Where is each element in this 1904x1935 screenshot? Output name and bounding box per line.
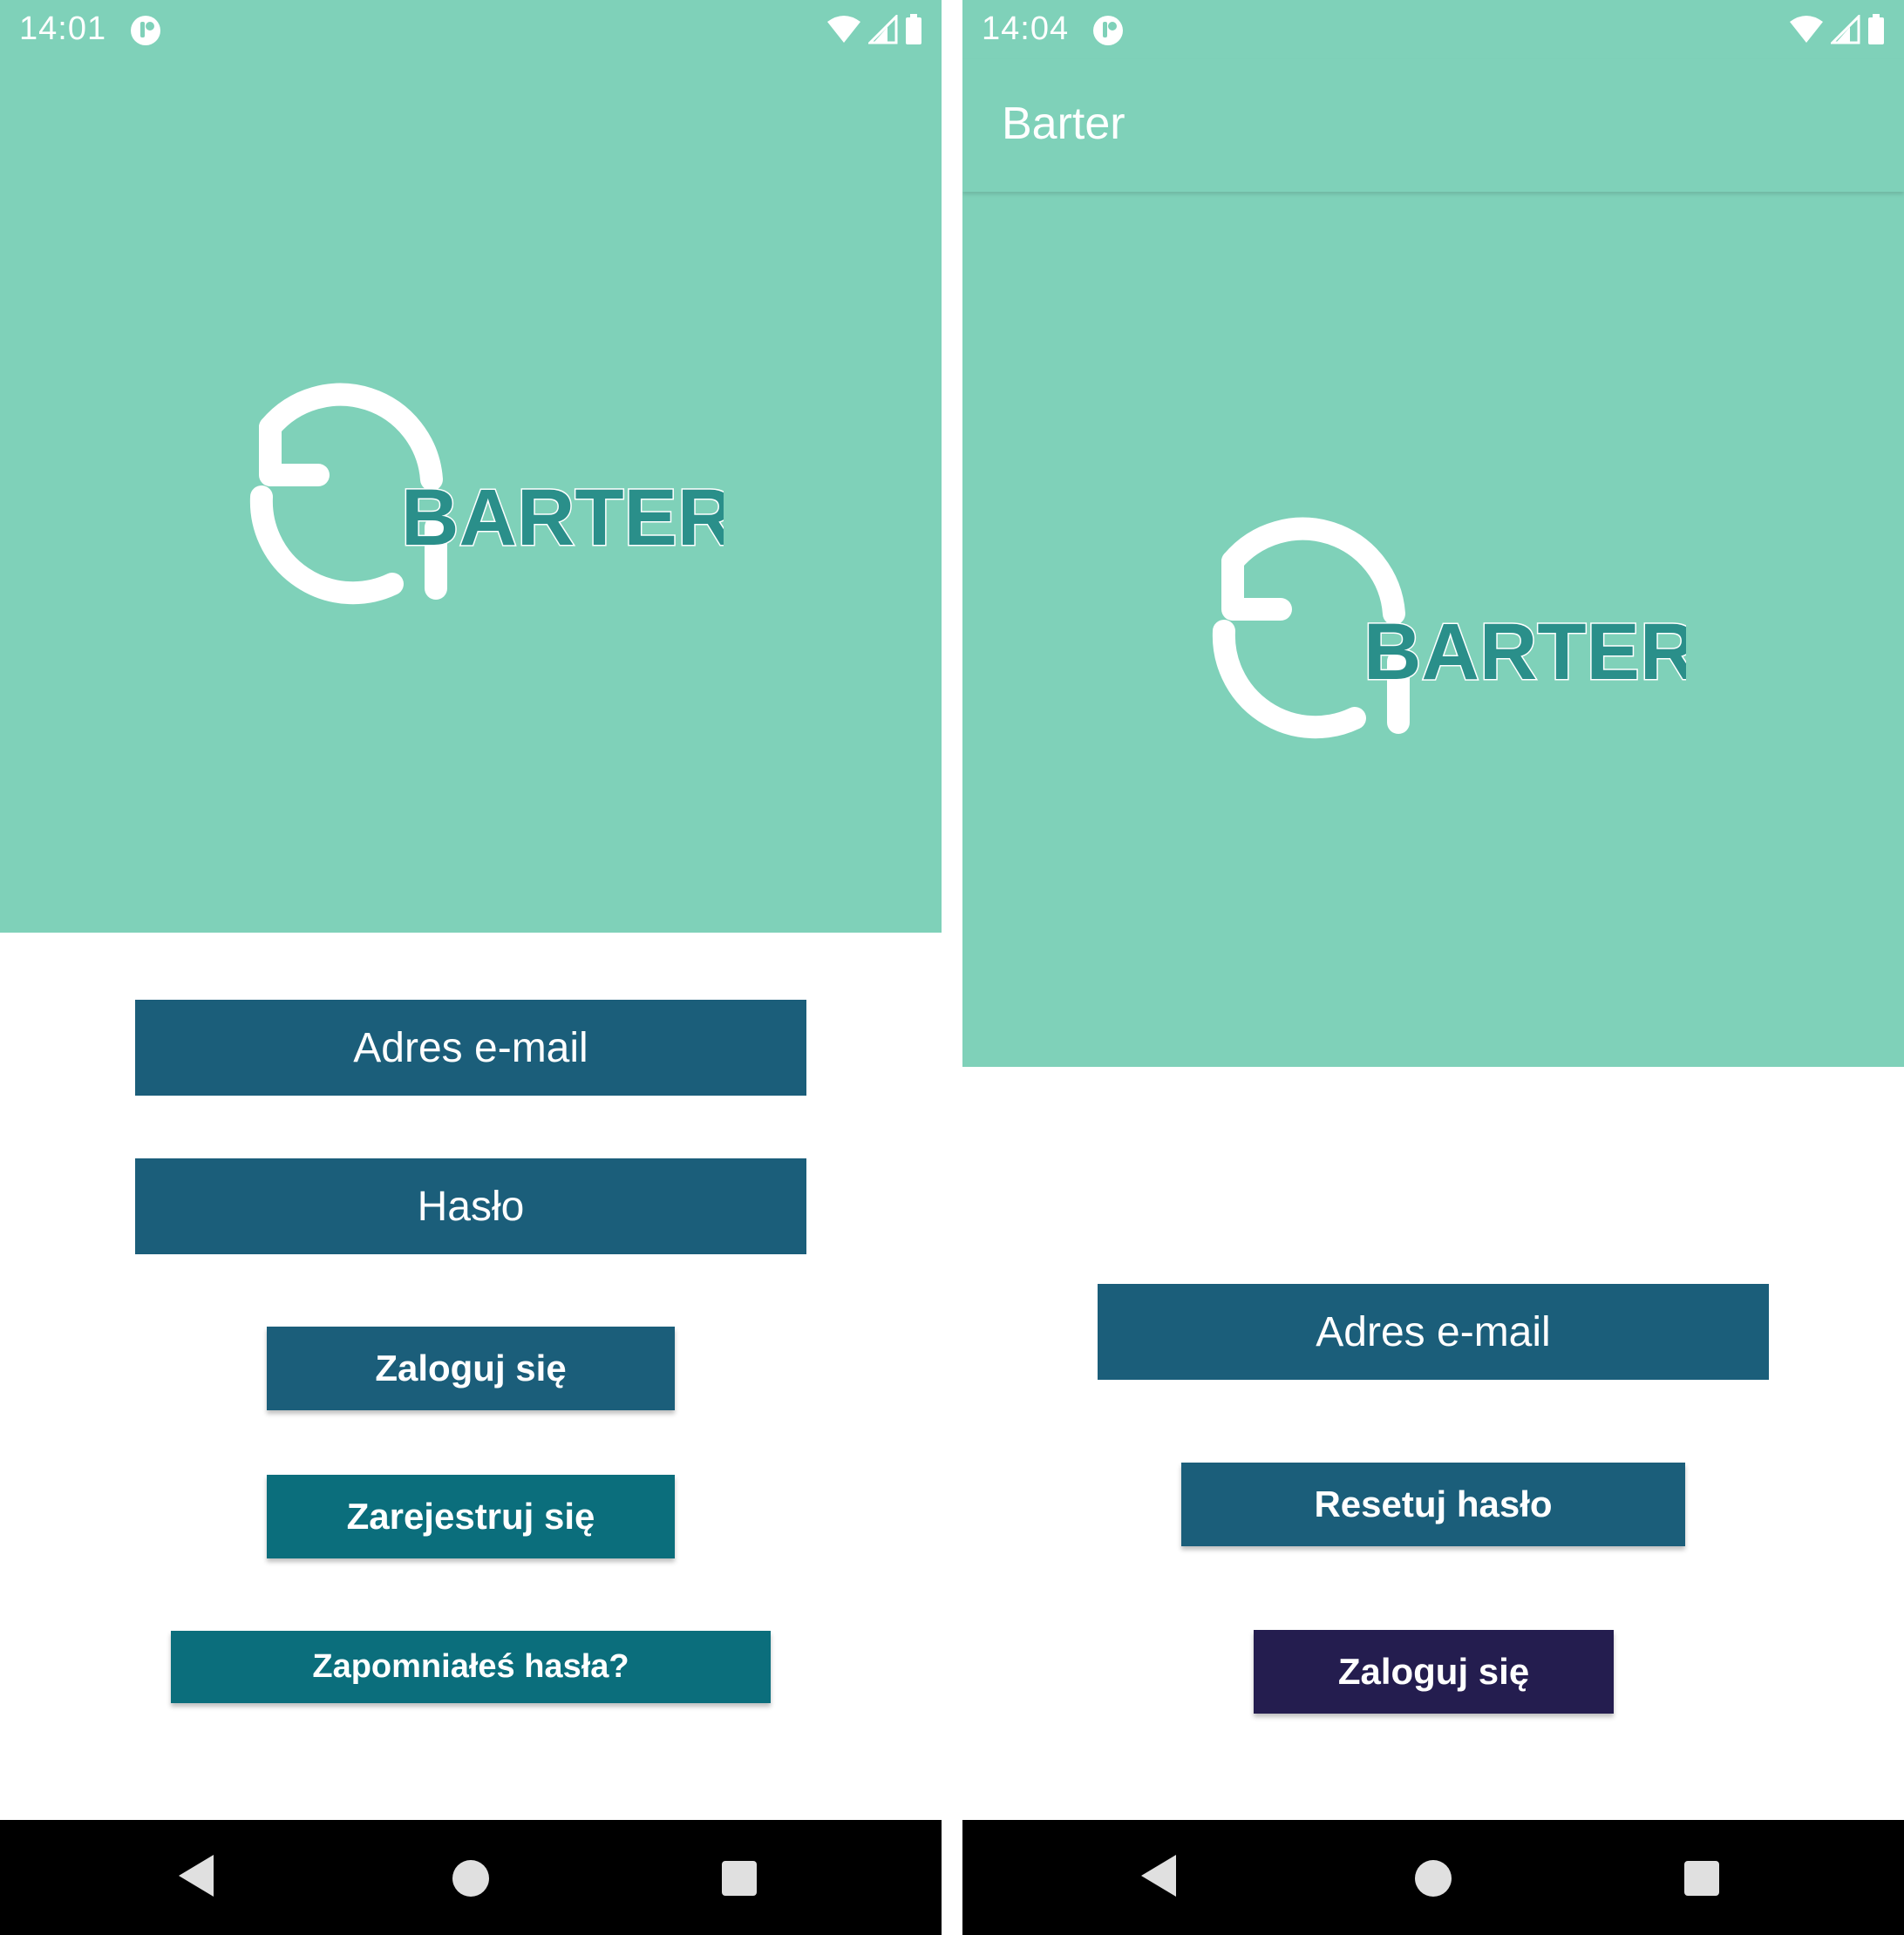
status-bar: 14:04	[962, 0, 1904, 59]
signal-icon	[1831, 15, 1860, 44]
reset-password-screen: 14:04 Barter BARTER Adres e-mail Resetuj…	[962, 0, 1904, 1935]
email-field[interactable]: Adres e-mail	[1098, 1284, 1769, 1380]
back-icon[interactable]	[179, 1855, 214, 1897]
wifi-icon	[827, 16, 860, 43]
home-icon[interactable]	[452, 1860, 489, 1897]
app-bar-title: Barter	[1002, 98, 1125, 149]
signal-icon	[868, 15, 898, 44]
app-notification-icon	[129, 14, 162, 47]
status-bar: 14:01	[0, 0, 942, 59]
home-icon[interactable]	[1415, 1860, 1452, 1897]
app-bar: Barter	[962, 59, 1904, 192]
login-screen: 14:01 BARTER Adres e-mail Hasło Zaloguj …	[0, 0, 942, 1935]
battery-icon	[1868, 14, 1884, 44]
logo-wordmark: BARTER	[1363, 608, 1686, 696]
status-time: 14:04	[982, 10, 1070, 47]
barter-logo: BARTER	[1198, 509, 1699, 771]
barter-logo: BARTER	[235, 375, 737, 636]
register-button[interactable]: Zarejestruj się	[267, 1475, 675, 1558]
recents-icon[interactable]	[722, 1861, 757, 1896]
login-button[interactable]: Zaloguj się	[267, 1327, 675, 1410]
wifi-icon	[1790, 16, 1823, 43]
login-button[interactable]: Zaloguj się	[1254, 1630, 1614, 1714]
navigation-bar	[962, 1820, 1904, 1935]
app-notification-icon	[1091, 14, 1125, 47]
status-icons	[1789, 14, 1885, 45]
recents-icon[interactable]	[1684, 1861, 1719, 1896]
email-field[interactable]: Adres e-mail	[135, 1000, 806, 1096]
logo-wordmark: BARTER	[401, 473, 724, 562]
reset-password-button[interactable]: Resetuj hasło	[1181, 1463, 1685, 1546]
password-field[interactable]: Hasło	[135, 1158, 806, 1254]
navigation-bar	[0, 1820, 942, 1935]
status-time: 14:01	[19, 10, 107, 47]
status-icons	[826, 14, 922, 45]
forgot-password-button[interactable]: Zapomniałeś hasła?	[171, 1631, 771, 1703]
back-icon[interactable]	[1141, 1855, 1176, 1897]
battery-icon	[906, 14, 921, 44]
